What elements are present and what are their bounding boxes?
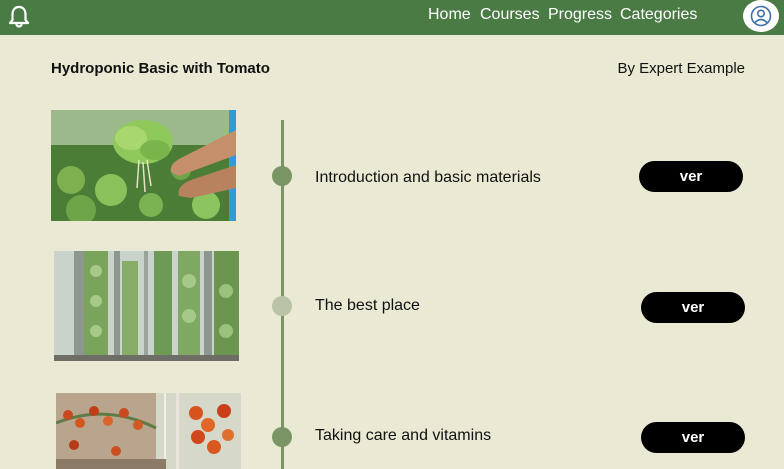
nav-link-home[interactable]: Home <box>428 4 471 26</box>
timeline-dot-lesson-1 <box>272 166 292 186</box>
timeline-dot-lesson-3 <box>272 427 292 447</box>
bell-icon[interactable] <box>6 4 32 30</box>
lesson-title-1: Introduction and basic materials <box>315 169 541 186</box>
lesson-image-vertical-towers <box>54 251 239 361</box>
nav-link-categories[interactable]: Categories <box>620 4 697 26</box>
timeline-dot-lesson-2 <box>272 296 292 316</box>
user-profile-icon[interactable] <box>743 0 779 32</box>
top-navigation-bar: Home Courses Progress Categories <box>0 0 784 35</box>
nav-link-progress[interactable]: Progress <box>548 4 612 26</box>
lesson-title-2: The best place <box>315 297 420 314</box>
course-author: By Expert Example <box>617 60 745 77</box>
view-lesson-button-1[interactable]: ver <box>639 161 743 192</box>
lesson-image-cherry-tomatoes <box>56 393 241 469</box>
nav-link-courses[interactable]: Courses <box>480 4 540 26</box>
course-title: Hydroponic Basic with Tomato <box>51 60 270 77</box>
lesson-image-lettuce <box>51 110 236 221</box>
view-lesson-button-2[interactable]: ver <box>641 292 745 323</box>
lesson-title-3: Taking care and vitamins <box>315 427 492 444</box>
view-lesson-button-3[interactable]: ver <box>641 422 745 453</box>
